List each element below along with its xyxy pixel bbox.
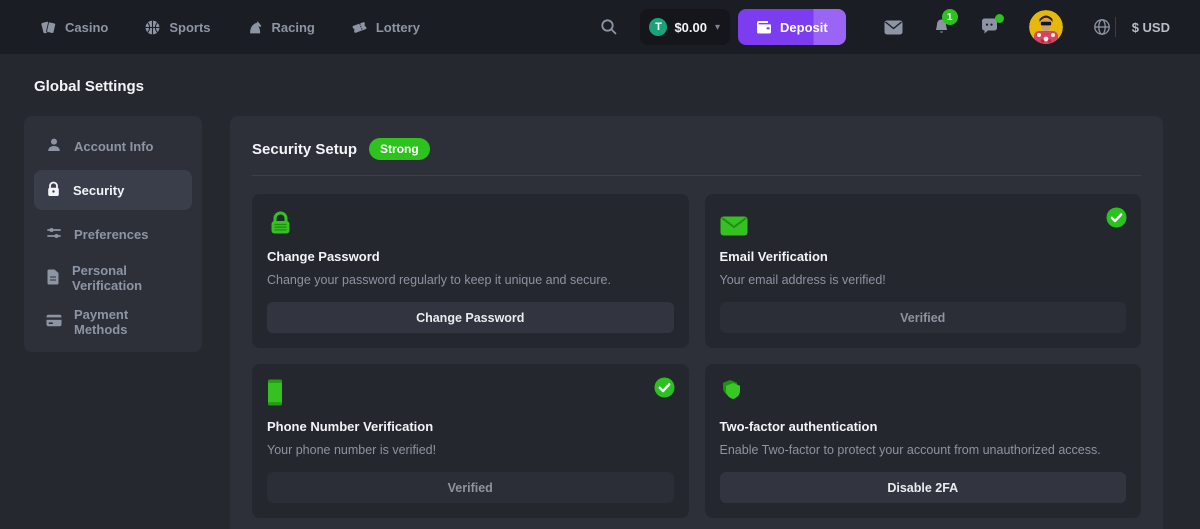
sidebar-item-payment-methods[interactable]: Payment Methods (34, 302, 192, 342)
nav-divider (1115, 17, 1116, 37)
bell-icon[interactable]: 1 (933, 18, 950, 36)
user-icon (46, 137, 62, 156)
document-icon (46, 269, 60, 288)
section-title: Security Setup (252, 141, 357, 158)
sidebar-item-label: Payment Methods (74, 307, 180, 337)
verified-check-icon (654, 377, 675, 403)
sidebar-item-security[interactable]: Security (34, 170, 192, 210)
change-password-button[interactable]: Change Password (267, 302, 674, 333)
notification-badge: 1 (942, 9, 958, 25)
green-shields-icon (720, 378, 1127, 406)
strength-badge: Strong (369, 138, 430, 160)
deposit-label: Deposit (780, 20, 828, 35)
nav-label: Casino (65, 20, 108, 35)
nav-label: Lottery (376, 20, 420, 35)
settings-sidebar: Account Info Security Preferences Person… (24, 116, 202, 352)
sidebar-item-label: Account Info (74, 139, 153, 154)
card-title: Two-factor authentication (720, 419, 1127, 434)
card-description: Change your password regularly to keep i… (267, 273, 674, 287)
nav-icon-group: 1 (884, 10, 1111, 44)
sidebar-item-label: Security (73, 183, 124, 198)
divider (252, 175, 1141, 176)
card-title: Phone Number Verification (267, 419, 674, 434)
horse-icon (247, 19, 264, 36)
green-phone-icon (267, 378, 674, 406)
security-setup-panel: Security Setup Strong Change Password Ch… (230, 116, 1163, 529)
ticket-icon (351, 19, 368, 36)
globe-icon[interactable] (1093, 18, 1111, 36)
green-lock-icon (267, 208, 674, 236)
search-icon[interactable] (600, 18, 618, 36)
disable-2fa-button[interactable]: Disable 2FA (720, 472, 1127, 503)
page-title: Global Settings (34, 78, 1163, 95)
card-title: Email Verification (720, 249, 1127, 264)
security-cards-grid: Change Password Change your password reg… (252, 194, 1141, 518)
balance-amount: $0.00 (674, 20, 707, 35)
balance-dropdown[interactable]: T $0.00 ▾ (640, 9, 730, 45)
phone-verification-card: Phone Number Verification Your phone num… (252, 364, 689, 518)
card-title: Change Password (267, 249, 674, 264)
chevron-down-icon: ▾ (715, 22, 720, 33)
sliders-icon (46, 225, 62, 244)
card-description: Your phone number is verified! (267, 443, 674, 457)
change-password-card: Change Password Change your password reg… (252, 194, 689, 348)
sidebar-item-label: Personal Verification (72, 263, 180, 293)
two-factor-card: Two-factor authentication Enable Two-fac… (705, 364, 1142, 518)
cards-icon (40, 19, 57, 36)
sidebar-item-account-info[interactable]: Account Info (34, 126, 192, 166)
wallet-icon (756, 20, 772, 34)
credit-card-icon (46, 314, 62, 330)
card-description: Enable Two-factor to protect your accoun… (720, 443, 1127, 457)
online-dot (995, 14, 1004, 23)
mail-icon[interactable] (884, 20, 903, 35)
sidebar-item-preferences[interactable]: Preferences (34, 214, 192, 254)
top-navbar: Casino Sports Racing Lottery T $ (0, 0, 1200, 54)
chat-icon[interactable] (980, 18, 999, 36)
card-description: Your email address is verified! (720, 273, 1127, 287)
email-verification-card: Email Verification Your email address is… (705, 194, 1142, 348)
green-envelope-icon (720, 208, 1127, 236)
nav-item-sports[interactable]: Sports (144, 19, 210, 36)
sidebar-item-personal-verification[interactable]: Personal Verification (34, 258, 192, 298)
email-verified-button[interactable]: Verified (720, 302, 1127, 333)
settings-page: Global Settings Account Info Security Pr (0, 54, 1200, 529)
phone-verified-button[interactable]: Verified (267, 472, 674, 503)
nav-item-lottery[interactable]: Lottery (351, 19, 420, 36)
nav-item-racing[interactable]: Racing (247, 19, 315, 36)
basketball-icon (144, 19, 161, 36)
lock-icon (46, 181, 61, 200)
nav-item-casino[interactable]: Casino (40, 19, 108, 36)
currency-selector[interactable]: $ USD (1132, 20, 1170, 35)
avatar[interactable] (1029, 10, 1063, 44)
nav-label: Racing (272, 20, 315, 35)
nav-right-cluster: T $0.00 ▾ Deposit 1 (600, 9, 1170, 45)
sidebar-item-label: Preferences (74, 227, 148, 242)
primary-nav: Casino Sports Racing Lottery (40, 19, 420, 36)
nav-label: Sports (169, 20, 210, 35)
tether-icon: T (649, 18, 667, 36)
deposit-button[interactable]: Deposit (738, 9, 846, 45)
verified-check-icon (1106, 207, 1127, 233)
